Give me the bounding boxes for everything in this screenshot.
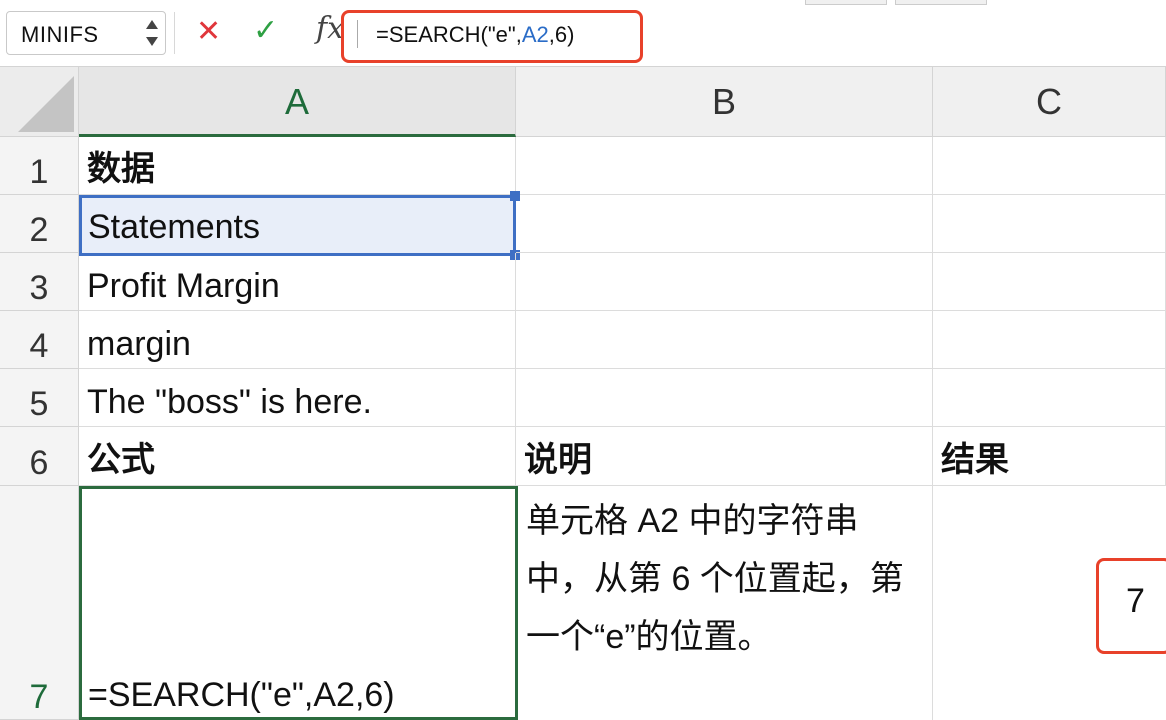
cell-c6-text: 结果: [941, 441, 1009, 479]
cell-b6[interactable]: 说明: [516, 427, 933, 486]
row-header-5[interactable]: 5: [0, 369, 79, 427]
cell-c5[interactable]: [933, 369, 1166, 427]
cell-b7-text: 单元格 A2 中的字符串中，从第 6 个位置起，第一个“e”的位置。: [526, 502, 904, 656]
cancel-icon[interactable]: ✕: [196, 17, 221, 47]
cell-a3[interactable]: Profit Margin: [79, 253, 516, 311]
cell-c6[interactable]: 结果: [933, 427, 1166, 486]
toolbar-edge: [805, 0, 887, 5]
divider: [174, 12, 175, 54]
cell-a5[interactable]: The "boss" is here.: [79, 369, 516, 427]
column-header-c[interactable]: C: [933, 67, 1166, 137]
cell-b7[interactable]: 单元格 A2 中的字符串中，从第 6 个位置起，第一个“e”的位置。: [518, 486, 912, 720]
chevron-down-icon[interactable]: [146, 37, 158, 46]
row-header-2[interactable]: 2: [0, 195, 79, 253]
row-header-3[interactable]: 3: [0, 253, 79, 311]
name-box-value: MINIFS: [21, 22, 99, 47]
row-number: 2: [29, 211, 49, 249]
cell-c3[interactable]: [933, 253, 1166, 311]
name-box[interactable]: MINIFS: [6, 11, 166, 55]
row-header-4[interactable]: 4: [0, 311, 79, 369]
cell-c2[interactable]: [933, 195, 1166, 253]
function-icon[interactable]: fx: [316, 14, 344, 44]
cell-a1[interactable]: 数据: [79, 137, 516, 195]
cell-a5-text: The "boss" is here.: [87, 383, 372, 421]
cell-b1[interactable]: [516, 137, 933, 195]
cell-a1-text: 数据: [87, 150, 155, 188]
result-highlight-box: [1096, 558, 1166, 654]
cell-a7-text: =SEARCH("e",A2,6): [88, 676, 395, 714]
row-number: 4: [29, 327, 49, 365]
row-header-1[interactable]: 1: [0, 137, 79, 195]
cell-a4-text: margin: [87, 325, 191, 363]
cell-a2[interactable]: Statements: [79, 195, 516, 256]
row-header-6[interactable]: 6: [0, 427, 79, 486]
cell-b4[interactable]: [516, 311, 933, 369]
cell-a7[interactable]: =SEARCH("e",A2,6): [79, 486, 518, 720]
name-box-stepper[interactable]: [143, 14, 161, 52]
row-number: 6: [29, 444, 49, 482]
row-header-7[interactable]: 7: [0, 486, 79, 720]
cell-b2[interactable]: [516, 195, 933, 253]
cell-b6-text: 说明: [524, 441, 592, 479]
cell-c1[interactable]: [933, 137, 1166, 195]
checkmark-icon[interactable]: ✓: [253, 16, 278, 46]
formula-highlight-box: [341, 10, 643, 63]
column-header-b[interactable]: B: [516, 67, 933, 137]
column-header-a[interactable]: A: [79, 67, 516, 137]
row-number: 7: [29, 678, 49, 716]
toolbar-edge: [895, 0, 987, 5]
chevron-up-icon[interactable]: [146, 20, 158, 29]
cell-c4[interactable]: [933, 311, 1166, 369]
cell-a6-text: 公式: [87, 441, 155, 479]
cell-a3-text: Profit Margin: [87, 267, 280, 305]
row-number: 5: [29, 385, 49, 423]
cell-b3[interactable]: [516, 253, 933, 311]
cell-b5[interactable]: [516, 369, 933, 427]
cell-a2-text: Statements: [88, 208, 260, 246]
cell-a6[interactable]: 公式: [79, 427, 516, 486]
cell-a4[interactable]: margin: [79, 311, 516, 369]
select-all-corner[interactable]: [0, 67, 79, 137]
row-number: 1: [29, 153, 49, 191]
row-number: 3: [29, 269, 49, 307]
formula-bar: MINIFS ✕ ✓ fx =SEARCH("e",A2,6): [0, 0, 1166, 67]
select-all-icon: [18, 76, 74, 132]
